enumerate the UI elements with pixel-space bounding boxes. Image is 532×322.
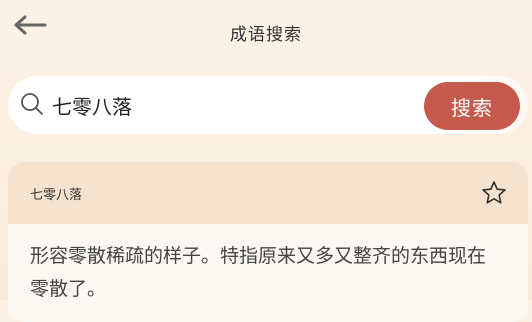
search-bar: 搜索	[8, 76, 528, 134]
idiom-definition: 形容零散稀疏的样子。特指原来又多又整齐的东西现在零散了。	[30, 245, 487, 300]
idiom-name: 七零八落	[30, 188, 83, 203]
top-bar: 成语搜索	[0, 0, 532, 60]
search-icon	[21, 93, 43, 115]
search-button[interactable]: 搜索	[424, 82, 520, 130]
result-card-header: 七零八落	[8, 162, 528, 224]
page-title: 成语搜索	[230, 25, 302, 45]
star-outline-icon[interactable]	[480, 179, 508, 207]
result-card: 七零八落 形容零散稀疏的样子。特指原来又多又整齐的东西现在零散了。	[8, 162, 528, 322]
search-input[interactable]	[52, 86, 412, 124]
